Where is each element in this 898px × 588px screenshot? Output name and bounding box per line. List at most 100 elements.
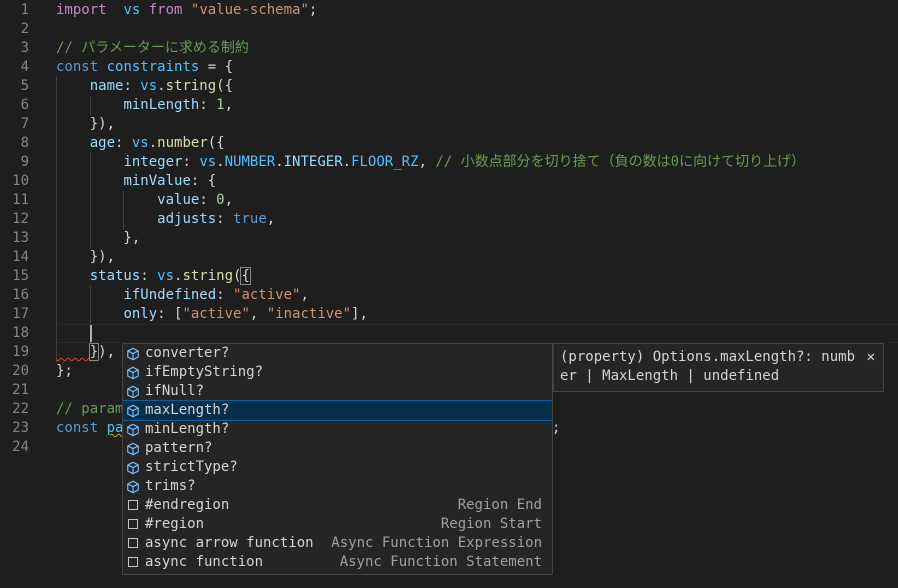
line-number: 1 xyxy=(20,2,29,18)
code-line[interactable]: 17 only: ["active", "inactive"], xyxy=(0,305,898,324)
suggest-item-detail: Async Function Statement xyxy=(339,554,542,570)
suggest-widget[interactable]: converter? ifEmptyString? ifNull? maxLength… xyxy=(122,343,553,575)
close-icon[interactable]: ✕ xyxy=(867,348,875,367)
code-line[interactable]: 2 xyxy=(0,20,898,39)
code-text: // パラメーターに求める制約 xyxy=(56,39,249,58)
code-line[interactable]: 12 adjusts: true, xyxy=(0,210,898,229)
code-token: }; xyxy=(56,363,73,379)
suggest-item[interactable]: #region Region Start xyxy=(123,515,552,534)
suggest-item[interactable]: pattern? xyxy=(123,439,552,458)
suggest-item[interactable]: async arrow function Async Function Expre… xyxy=(123,534,552,553)
code-line[interactable]: 7 }), xyxy=(0,115,898,134)
code-token: , xyxy=(224,97,234,113)
code-token: name xyxy=(89,78,124,94)
line-number: 7 xyxy=(20,116,29,132)
code-line[interactable]: 3 // パラメーターに求める制約 xyxy=(0,39,898,58)
code-token: : xyxy=(115,135,132,151)
suggest-item[interactable]: converter? xyxy=(123,344,552,363)
suggest-item[interactable]: async function Async Function Statement xyxy=(123,553,552,572)
line-number: 8 xyxy=(20,135,29,151)
code-text: }; xyxy=(56,362,73,381)
suggest-item[interactable]: ifEmptyString? xyxy=(123,363,552,382)
suggest-item-detail: Async Function Expression xyxy=(331,535,542,551)
code-token: "active" xyxy=(182,306,250,322)
code-token: minLength xyxy=(123,97,200,113)
code-token: number xyxy=(157,135,208,151)
suggest-item[interactable]: #endregion Region End xyxy=(123,496,552,515)
code-token: , xyxy=(300,287,309,303)
code-token: }, xyxy=(56,230,141,246)
suggest-item[interactable]: trims? xyxy=(123,477,552,496)
line-number: 2 xyxy=(20,21,29,37)
line-number: 9 xyxy=(20,154,29,170)
code-token: vs xyxy=(123,2,141,18)
code-line[interactable]: 15 status: vs.string({ xyxy=(0,267,898,286)
code-text: const constraints = { xyxy=(56,58,233,77)
code-token: . xyxy=(148,135,158,151)
code-token: vs xyxy=(131,135,149,151)
suggest-item[interactable]: minLength? xyxy=(123,420,552,439)
code-line[interactable]: 13 }, xyxy=(0,229,898,248)
current-line-highlight xyxy=(56,324,898,343)
code-text: }), xyxy=(56,343,115,362)
code-text: name: vs.string({ xyxy=(56,77,233,96)
code-token: adjusts xyxy=(157,211,217,227)
line-number: 10 xyxy=(12,173,29,189)
code-line[interactable]: 11 value: 0, xyxy=(0,191,898,210)
code-line[interactable]: 1 import vs from "value-schema"; xyxy=(0,1,898,20)
code-text: only: ["active", "inactive"], xyxy=(56,305,367,324)
code-line[interactable]: 16 ifUndefined: "active", xyxy=(0,286,898,305)
code-token: FLOOR_RZ xyxy=(351,154,419,170)
code-token: constraints xyxy=(106,59,200,75)
suggest-item-label: #endregion xyxy=(145,497,230,513)
cube-icon xyxy=(126,480,140,494)
line-number: 4 xyxy=(20,59,29,75)
code-text: value: 0, xyxy=(56,191,233,210)
code-token: }), xyxy=(56,116,116,132)
code-token: integer xyxy=(123,154,183,170)
code-token: . xyxy=(157,78,166,94)
code-line[interactable]: 9 integer: vs.NUMBER.INTEGER.FLOOR_RZ, /… xyxy=(0,153,898,172)
suggest-item[interactable]: ifNull? xyxy=(123,382,552,401)
code-text: age: vs.number({ xyxy=(56,134,225,153)
code-line[interactable]: 6 minLength: 1, xyxy=(0,96,898,115)
code-token: { xyxy=(240,267,251,285)
code-token: : xyxy=(123,78,141,94)
code-token: from xyxy=(140,2,183,18)
code-line[interactable]: 10 minValue: { xyxy=(0,172,898,191)
code-token: 1 xyxy=(216,97,225,113)
code-text: adjusts: true, xyxy=(56,210,275,229)
code-line[interactable]: 14 }), xyxy=(0,248,898,267)
line-number: 15 xyxy=(12,268,29,284)
code-token: const xyxy=(56,59,99,75)
code-token: pa xyxy=(106,420,124,436)
cube-icon xyxy=(126,404,140,418)
suggest-item-label: ifNull? xyxy=(145,383,205,399)
indent-guide xyxy=(56,324,57,343)
code-token: 0 xyxy=(216,192,225,208)
line-number: 14 xyxy=(12,249,29,265)
code-line[interactable]: 4 const constraints = { xyxy=(0,58,898,77)
code-token: , xyxy=(249,306,267,322)
code-line[interactable]: 8 age: vs.number({ xyxy=(0,134,898,153)
details-line-1: (property) Options.maxLength?: numb xyxy=(560,349,856,365)
code-token: vs xyxy=(199,154,217,170)
code-token: : xyxy=(199,97,217,113)
suggest-item-label: minLength? xyxy=(145,421,230,437)
cube-icon xyxy=(126,385,140,399)
cube-icon xyxy=(126,366,140,380)
code-line[interactable]: 18 xyxy=(0,324,898,343)
suggest-item-label: ifEmptyString? xyxy=(145,364,264,380)
code-token: age xyxy=(89,135,116,151)
suggest-item[interactable]: maxLength? xyxy=(123,400,552,421)
cube-icon xyxy=(126,461,140,475)
suggest-item-label: trims? xyxy=(145,478,196,494)
suggest-item[interactable]: strictType? xyxy=(123,458,552,477)
code-line[interactable]: 5 name: vs.string({ xyxy=(0,77,898,96)
code-token: : xyxy=(199,192,217,208)
code-token: vs xyxy=(157,268,175,284)
